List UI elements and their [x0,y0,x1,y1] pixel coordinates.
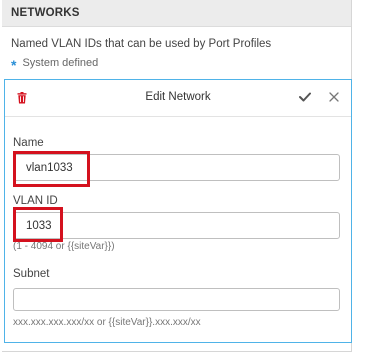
networks-title: NETWORKS [11,7,80,19]
edit-network-header: Edit Network [5,80,351,117]
networks-description: Named VLAN IDs that can be used by Port … [11,38,272,50]
vlan-id-input[interactable] [13,212,340,239]
subnet-input[interactable] [13,288,340,311]
system-defined-legend: * System defined [11,55,99,73]
close-icon[interactable] [329,92,339,102]
edit-network-panel: Edit Network Name VLAN ID (1 - 4094 or {… [4,79,352,343]
name-input[interactable] [13,154,340,181]
asterisk-icon: * [11,57,17,73]
vlan-id-hint: (1 - 4094 or {{siteVar}}) [13,241,115,252]
system-defined-label: System defined [22,57,99,69]
subnet-label: Subnet [13,268,50,280]
subnet-hint: xxx.xxx.xxx.xxx/xx or {{siteVar}}.xxx.xx… [13,317,201,328]
check-icon[interactable] [299,92,311,102]
vlan-id-label: VLAN ID [13,195,58,207]
name-label: Name [13,137,44,149]
networks-header: NETWORKS [2,0,351,27]
